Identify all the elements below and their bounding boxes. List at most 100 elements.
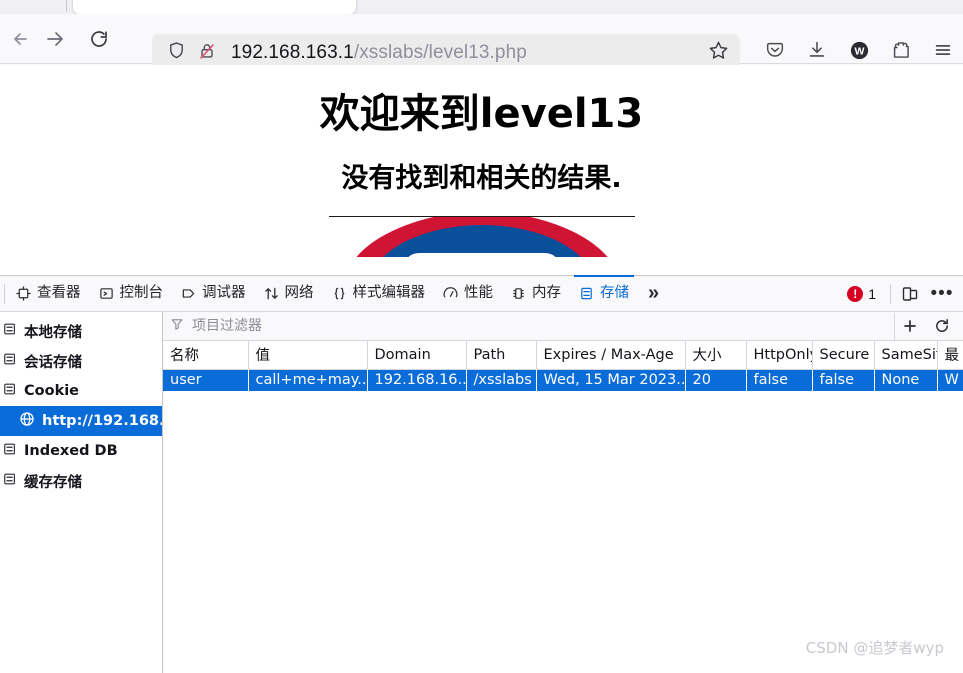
- toolbar-divider: [4, 283, 5, 304]
- col-header-expires[interactable]: Expires / Max-Age: [536, 341, 686, 370]
- storage-icon: [579, 286, 594, 301]
- browser-tab-active[interactable]: [73, 0, 356, 14]
- tab-storage-label: 存储: [600, 285, 629, 302]
- col-header-httponly[interactable]: HttpOnly: [746, 341, 813, 370]
- page-subtitle: 没有找到和相关的结果.: [341, 163, 622, 194]
- url-text[interactable]: 192.168.163.1/xsslabs/level13.php: [231, 42, 707, 64]
- tab-network[interactable]: 网络: [255, 276, 323, 311]
- devtools-toolbar-right: ! 1 •••: [839, 276, 963, 311]
- error-badge[interactable]: ! 1: [839, 285, 884, 302]
- pocket-icon[interactable]: [759, 34, 791, 66]
- col-header-samesite[interactable]: SameSite: [874, 341, 938, 370]
- devtools-toolbar: 查看器 控制台 调试器 网络 样式编辑器 性能 内存 存储 » ! 1 •••: [0, 275, 963, 312]
- back-button[interactable]: [4, 22, 38, 56]
- tab-memory-label: 内存: [532, 285, 561, 302]
- devtools-panel: 查看器 控制台 调试器 网络 样式编辑器 性能 内存 存储 » ! 1 ••• …: [0, 275, 963, 673]
- tab-memory[interactable]: 内存: [502, 276, 570, 311]
- broken-lock-icon[interactable]: [197, 41, 217, 66]
- svg-text:W: W: [854, 45, 864, 57]
- tab-storage[interactable]: 存储: [570, 275, 638, 311]
- col-header-path[interactable]: Path: [466, 341, 537, 370]
- cell-last-accessed: W: [937, 369, 963, 391]
- tab-inspector-label: 查看器: [37, 285, 81, 302]
- navigation-toolbar: 192.168.163.1/xsslabs/level13.php W: [0, 14, 963, 72]
- storage-tree-icon: [3, 382, 17, 400]
- col-header-last-accessed[interactable]: 最: [937, 341, 963, 370]
- account-avatar[interactable]: W: [843, 34, 875, 66]
- forward-button[interactable]: [38, 22, 72, 56]
- globe-icon: [19, 411, 35, 431]
- page-logo: [329, 216, 635, 257]
- col-header-value[interactable]: 值: [248, 341, 368, 370]
- storage-tree-icon: [3, 322, 17, 340]
- storage-tree-icon: [3, 352, 17, 370]
- url-bar-icons: [166, 40, 217, 66]
- cell-size: 20: [685, 369, 747, 391]
- col-header-secure[interactable]: Secure: [812, 341, 875, 370]
- debugger-icon: [181, 286, 196, 301]
- extensions-icon[interactable]: [885, 34, 917, 66]
- cell-expires: Wed, 15 Mar 2023...: [536, 369, 686, 391]
- add-item-button[interactable]: [895, 313, 925, 340]
- storage-tree-item-local[interactable]: 本地存储: [0, 316, 162, 346]
- cell-path: /xsslabs: [466, 369, 537, 391]
- cell-httponly: false: [746, 369, 813, 391]
- storage-tree: 本地存储 会话存储 Cookie http://192.168. Indexed…: [0, 312, 163, 673]
- reload-button[interactable]: [82, 22, 116, 56]
- responsive-design-mode-icon[interactable]: [895, 280, 925, 308]
- tab-performance[interactable]: 性能: [434, 276, 502, 311]
- cookies-table-scroll[interactable]: 名称 值 Domain Path Expires / Max-Age 大小 Ht…: [163, 341, 963, 673]
- page-title: 欢迎来到level13: [319, 91, 644, 137]
- filter-input[interactable]: [190, 317, 894, 335]
- storage-tree-item-indexeddb[interactable]: Indexed DB: [0, 436, 162, 466]
- table-row[interactable]: user call+me+may... 192.168.16... /xssla…: [163, 369, 963, 391]
- more-options-icon[interactable]: •••: [927, 280, 957, 308]
- storage-tree-item-cache[interactable]: 缓存存储: [0, 466, 162, 496]
- star-icon[interactable]: [707, 39, 730, 67]
- app-menu-icon[interactable]: [927, 34, 959, 66]
- tab-debugger[interactable]: 调试器: [172, 276, 255, 311]
- storage-tree-item-label: Indexed DB: [24, 443, 118, 459]
- error-badge-icon: !: [847, 285, 864, 302]
- tab-inspector[interactable]: 查看器: [7, 276, 90, 311]
- filter-input-wrap[interactable]: [170, 317, 894, 336]
- downloads-icon[interactable]: [801, 34, 833, 66]
- cell-domain: 192.168.16...: [367, 369, 467, 391]
- tab-console-label: 控制台: [119, 285, 164, 302]
- storage-tree-item-session[interactable]: 会话存储: [0, 346, 162, 376]
- tab-console[interactable]: 控制台: [90, 276, 173, 311]
- tab-style-editor-label: 样式编辑器: [352, 285, 426, 302]
- storage-tree-icon: [3, 472, 17, 490]
- storage-filter-bar: [163, 312, 963, 341]
- filter-icon: [170, 317, 184, 336]
- network-icon: [264, 286, 279, 301]
- tabs-overflow-button[interactable]: »: [638, 276, 669, 311]
- toolbar-divider-right: [890, 283, 891, 304]
- page-content: 欢迎来到level13 没有找到和相关的结果.: [0, 65, 963, 275]
- style-editor-icon: [332, 286, 347, 301]
- cell-value: call+me+may...: [248, 369, 368, 391]
- storage-tree-item-cookie[interactable]: Cookie: [0, 376, 162, 406]
- storage-actions: [894, 312, 963, 340]
- watermark: CSDN @追梦者wyp: [805, 639, 944, 657]
- browser-window: 192.168.163.1/xsslabs/level13.php W 欢迎来到…: [0, 0, 963, 673]
- table-header-row: 名称 值 Domain Path Expires / Max-Age 大小 Ht…: [163, 341, 963, 370]
- shield-icon[interactable]: [166, 40, 187, 66]
- console-icon: [99, 286, 114, 301]
- storage-tree-item-label: 缓存存储: [24, 474, 82, 491]
- storage-tree-item-label: Cookie: [24, 383, 80, 399]
- storage-tree-item-origin[interactable]: http://192.168.163.1: [0, 406, 162, 436]
- col-header-name[interactable]: 名称: [163, 341, 249, 370]
- cookies-table: 名称 值 Domain Path Expires / Max-Age 大小 Ht…: [163, 341, 963, 391]
- cell-secure: false: [812, 369, 875, 391]
- col-header-domain[interactable]: Domain: [367, 341, 467, 370]
- tab-separator: [66, 0, 67, 12]
- logo-graphic: [356, 216, 607, 257]
- refresh-button[interactable]: [927, 313, 957, 340]
- tab-debugger-label: 调试器: [202, 285, 246, 302]
- tab-style-editor[interactable]: 样式编辑器: [323, 276, 435, 311]
- url-path: /xsslabs/level13.php: [353, 42, 527, 63]
- col-header-size[interactable]: 大小: [685, 341, 747, 370]
- cell-name: user: [163, 369, 249, 391]
- tab-performance-label: 性能: [464, 285, 493, 302]
